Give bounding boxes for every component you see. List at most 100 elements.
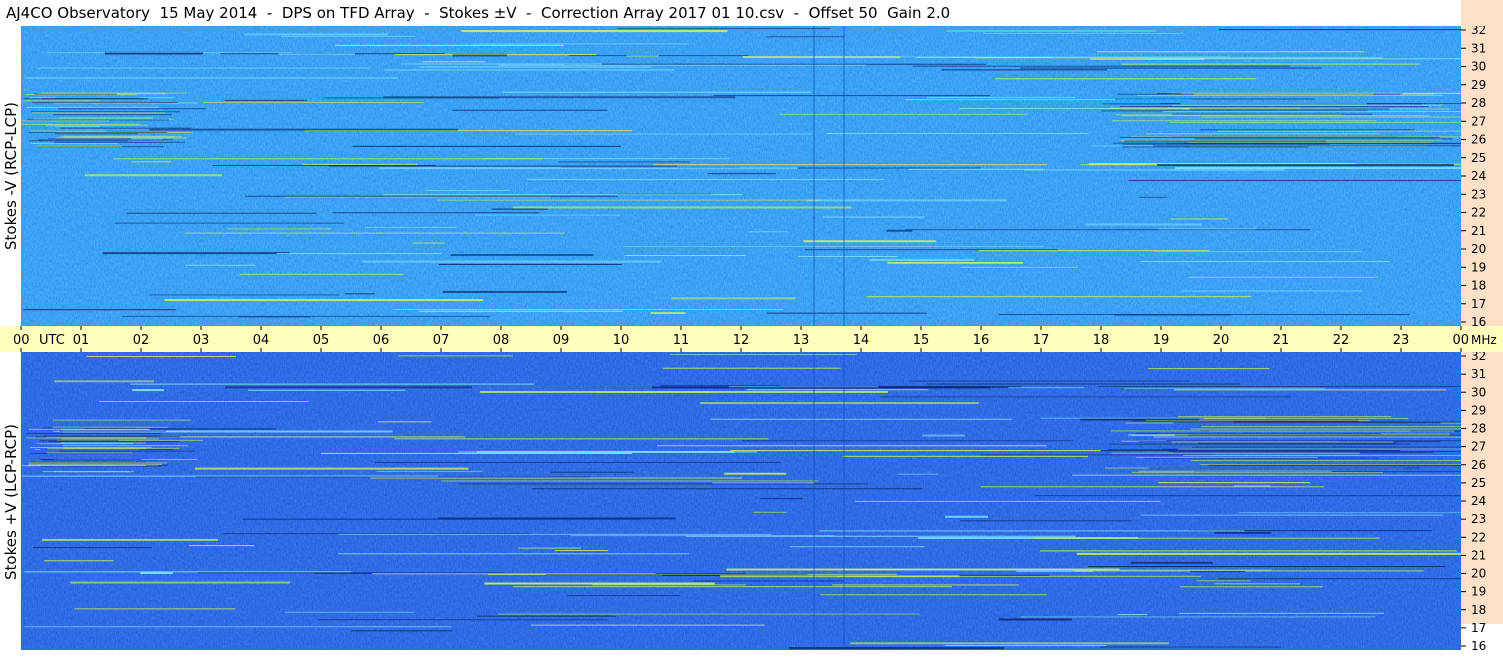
time-tick-label: 13 <box>793 333 810 348</box>
heatmap-streak <box>1139 196 1168 198</box>
heatmap-streak <box>335 44 564 46</box>
heatmap-streak <box>1178 612 1384 614</box>
heatmap-streak <box>320 452 632 454</box>
heatmap-band-streak <box>31 111 180 113</box>
heatmap-band-streak <box>39 458 142 460</box>
heatmap-streak <box>926 96 1075 98</box>
heatmap-band-streak <box>37 464 146 466</box>
heatmap-streak <box>370 477 743 479</box>
heatmap-streak <box>1214 531 1272 534</box>
heatmap-band-streak <box>39 440 119 442</box>
heatmap-band-streak <box>1184 142 1484 144</box>
heatmap-streak <box>866 296 1251 298</box>
heatmap-band-streak <box>1201 426 1503 428</box>
heatmap-streak <box>905 229 1310 231</box>
heatmap-streak <box>461 30 728 33</box>
heatmap-streak <box>530 624 765 626</box>
heatmap-band-streak <box>1182 454 1475 456</box>
heatmap-streak <box>394 438 769 440</box>
heatmap-band-streak <box>1119 136 1440 138</box>
heatmap-band-streak <box>1122 143 1330 145</box>
heatmap-streak <box>149 128 458 131</box>
heatmap-streak <box>1218 29 1461 31</box>
heatmap-streak <box>24 626 453 628</box>
heatmap-band-streak <box>33 93 117 95</box>
heatmap-streak <box>419 66 652 68</box>
heatmap-band-streak <box>21 120 110 122</box>
heatmap-streak <box>472 43 689 45</box>
heatmap-streak <box>1158 482 1311 484</box>
heatmap-streak <box>130 383 535 385</box>
time-tick-label: 16 <box>973 333 990 348</box>
heatmap-streak <box>328 165 677 167</box>
heatmap-streak <box>74 608 236 610</box>
heatmap-band-streak <box>1109 443 1411 445</box>
heatmap-streak <box>248 389 406 391</box>
heatmap-streak <box>392 308 784 310</box>
heatmap-streak <box>806 199 1007 202</box>
heatmap-streak <box>671 297 796 300</box>
time-tick-label: 03 <box>193 333 210 348</box>
heatmap-streak <box>1188 276 1379 278</box>
heatmap-streak <box>1152 251 1362 253</box>
heatmap-streak <box>194 467 469 470</box>
heatmap-band-streak <box>1190 428 1503 430</box>
heatmap-streak <box>1040 550 1457 552</box>
heatmap-streak <box>512 206 852 209</box>
heatmap-streak <box>244 33 389 36</box>
heatmap-streak <box>418 310 623 312</box>
heatmap-band-streak <box>1162 110 1503 112</box>
heatmap-band-streak <box>36 145 123 147</box>
heatmap-streak <box>398 355 513 357</box>
heatmap-band-streak <box>26 432 162 434</box>
heatmap-streak <box>1124 387 1326 389</box>
heatmap-streak <box>442 290 567 293</box>
spectrogram-plot: 3231302928272625242322212019181716323130… <box>0 0 1503 653</box>
heatmap-streak <box>382 194 743 196</box>
time-tick-label: 07 <box>433 333 450 348</box>
freq-tick-label: 31 <box>1471 41 1486 55</box>
heatmap-streak <box>1140 261 1390 263</box>
heatmap-streak <box>880 396 1291 398</box>
heatmap-band-streak <box>22 100 100 102</box>
heatmap-streak <box>131 161 172 163</box>
heatmap-streak <box>422 61 486 63</box>
heatmap-streak <box>908 380 1191 382</box>
heatmap-streak <box>452 109 608 111</box>
heatmap-band-streak <box>1203 417 1409 419</box>
heatmap-band-streak <box>52 426 168 428</box>
heatmap-streak <box>1080 164 1146 166</box>
heatmap-streak <box>944 645 1107 647</box>
heatmap-band-streak <box>1181 92 1503 94</box>
heatmap-streak <box>946 30 1157 32</box>
heatmap-streak <box>752 511 787 513</box>
heatmap-streak <box>376 470 483 472</box>
heatmap-band-streak <box>60 127 192 129</box>
heatmap-streak <box>362 260 662 263</box>
heatmap-streak <box>1214 583 1300 585</box>
heatmap-band-streak <box>1166 440 1462 442</box>
heatmap-band-streak <box>31 112 165 114</box>
heatmap-band-streak <box>1138 470 1332 472</box>
heatmap-streak <box>854 500 1161 502</box>
heatmap-streak <box>926 383 1241 385</box>
heatmap-band-streak <box>1114 98 1315 100</box>
heatmap-streak <box>203 101 424 103</box>
heatmap-streak <box>1020 616 1376 618</box>
heatmap-band-streak <box>29 140 129 142</box>
freq-tick-label: 17 <box>1471 297 1486 311</box>
heatmap-streak <box>832 584 1019 586</box>
heatmap-band-streak <box>1180 103 1367 105</box>
heatmap-streak <box>338 553 689 555</box>
heatmap-streak <box>1100 646 1281 648</box>
heatmap-band-streak <box>1200 464 1503 466</box>
heatmap-streak <box>450 254 594 257</box>
time-tick-label: 19 <box>1153 333 1170 348</box>
heatmap-streak <box>113 158 542 160</box>
heatmap-streak <box>1088 566 1446 568</box>
freq-tick-label: 27 <box>1471 440 1486 454</box>
heatmap-streak <box>401 63 602 65</box>
heatmap-streak <box>476 615 616 617</box>
heatmap-streak <box>527 178 884 180</box>
heatmap-streak <box>1098 386 1461 388</box>
